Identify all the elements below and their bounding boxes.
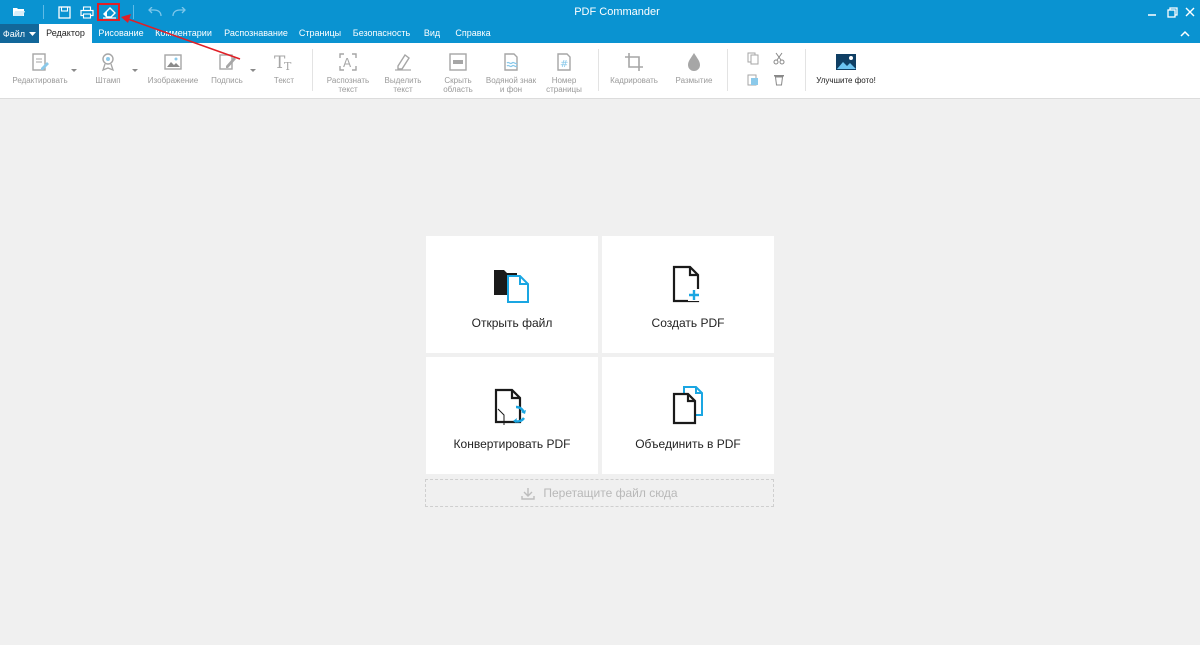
restore-icon[interactable] (1164, 4, 1180, 20)
hide-area-label: Скрыть область (443, 76, 473, 94)
crop-button[interactable]: Кадрировать (606, 43, 662, 98)
convert-pdf-card[interactable]: Конвертировать PDF (426, 357, 598, 474)
hide-area-line1: Скрыть (444, 76, 472, 85)
convert-pdf-label: Конвертировать PDF (453, 437, 571, 451)
crop-icon (623, 51, 645, 73)
text-label: Текст (273, 76, 295, 85)
watermark-button[interactable]: Водяной знак и фон (484, 43, 538, 98)
open-file-label: Открыть файл (471, 316, 553, 330)
convert-pdf-icon (492, 385, 532, 425)
drop-zone-label: Перетащите файл сюда (543, 486, 678, 500)
title-bar: PDF Commander (0, 0, 1200, 24)
stamp-button[interactable]: Штамп (88, 43, 128, 98)
hide-area-button[interactable]: Скрыть область (434, 43, 482, 98)
page-number-button[interactable]: # Номер страницы (540, 43, 588, 98)
merge-pdf-label: Объединить в PDF (635, 437, 741, 451)
page-number-line2: страницы (546, 85, 582, 94)
create-pdf-card[interactable]: Создать PDF (602, 236, 774, 353)
page-number-icon: # (553, 51, 575, 73)
page-number-line1: Номер (551, 76, 577, 85)
recognize-text-icon: A (337, 51, 359, 73)
text-icon: TT (273, 51, 295, 73)
blur-label: Размытие (675, 76, 713, 85)
app-title: PDF Commander (574, 6, 660, 18)
watermark-label: Водяной знак и фон (486, 76, 536, 94)
drop-zone[interactable]: Перетащите файл сюда (425, 479, 774, 507)
create-pdf-label: Создать PDF (651, 316, 725, 330)
recognize-text-button[interactable]: A Распознать текст (322, 43, 374, 98)
watermark-line2: и фон (499, 85, 523, 94)
edit-label: Редактировать (12, 76, 68, 85)
select-text-label: Выделить текст (385, 76, 422, 94)
stamp-dropdown-icon[interactable] (132, 69, 138, 72)
close-icon[interactable] (1182, 4, 1198, 20)
signature-button[interactable]: Подпись (208, 43, 246, 98)
select-text-button[interactable]: Выделить текст (379, 43, 427, 98)
page-number-label: Номер страницы (546, 76, 582, 94)
tab-drawing[interactable]: Рисование (95, 24, 147, 43)
edit-button[interactable]: Редактировать (10, 43, 70, 98)
create-pdf-icon (668, 264, 708, 304)
image-label: Изображение (147, 76, 199, 85)
tab-pages[interactable]: Страницы (296, 24, 344, 43)
tab-recognition[interactable]: Распознавание (221, 24, 291, 43)
minimize-icon[interactable] (1144, 4, 1160, 20)
stamp-label: Штамп (95, 76, 121, 85)
signature-dropdown-icon[interactable] (250, 69, 256, 72)
edit-dropdown-icon[interactable] (71, 69, 77, 72)
paste-icon[interactable] (746, 72, 760, 86)
ribbon-separator (598, 49, 599, 91)
photo-icon (835, 51, 857, 73)
recognize-text-line1: Распознать (326, 76, 370, 85)
blur-drop-icon (683, 51, 705, 73)
file-menu-label: Файл (2, 28, 26, 39)
tab-help[interactable]: Справка (449, 24, 497, 43)
tab-security[interactable]: Безопасность (350, 24, 413, 43)
ribbon-separator (805, 49, 806, 91)
copy-icon[interactable] (746, 51, 760, 65)
improve-photo-button[interactable]: Улучшите фото! (814, 43, 878, 98)
download-icon (521, 487, 536, 500)
crop-label: Кадрировать (610, 76, 658, 85)
signature-label: Подпись (211, 76, 243, 85)
svg-text:T: T (284, 60, 292, 72)
tab-editor[interactable]: Редактор (39, 24, 92, 43)
ribbon-separator (727, 49, 728, 91)
recognize-text-line2: текст (338, 85, 358, 94)
watermark-icon (500, 51, 522, 73)
tab-comments[interactable]: Комментарии (152, 24, 215, 43)
watermark-line1: Водяной знак (485, 76, 537, 85)
signature-icon (216, 51, 238, 73)
chevron-down-icon (29, 31, 37, 36)
open-file-card[interactable]: Открыть файл (426, 236, 598, 353)
blur-button[interactable]: Размытие (671, 43, 717, 98)
file-menu-button[interactable]: Файл (0, 24, 39, 43)
highlighter-icon (392, 51, 414, 73)
text-button[interactable]: TT Текст (268, 43, 300, 98)
hide-area-icon (447, 51, 469, 73)
ribbon-separator (312, 49, 313, 91)
hide-area-line2: область (443, 85, 473, 94)
recognize-text-label: Распознать текст (327, 76, 369, 94)
scissors-icon[interactable] (772, 51, 786, 65)
merge-pdf-icon (668, 385, 708, 425)
open-file-icon (492, 264, 532, 304)
edit-page-icon (29, 51, 51, 73)
svg-text:#: # (560, 59, 568, 70)
improve-photo-label: Улучшите фото! (816, 76, 876, 85)
ribbon-toolbar: Редактировать Штамп Изображение Подпись … (0, 43, 1200, 99)
svg-text:A: A (343, 56, 352, 70)
delete-icon[interactable] (772, 72, 786, 86)
select-text-line1: Выделить (384, 76, 422, 85)
image-icon (162, 51, 184, 73)
collapse-ribbon-icon[interactable] (1178, 27, 1192, 41)
select-text-line2: текст (393, 85, 413, 94)
image-button[interactable]: Изображение (146, 43, 200, 98)
tab-view[interactable]: Вид (420, 24, 444, 43)
stamp-icon (97, 51, 119, 73)
menu-bar: Файл Редактор Рисование Комментарии Расп… (0, 24, 1200, 43)
merge-pdf-card[interactable]: Объединить в PDF (602, 357, 774, 474)
